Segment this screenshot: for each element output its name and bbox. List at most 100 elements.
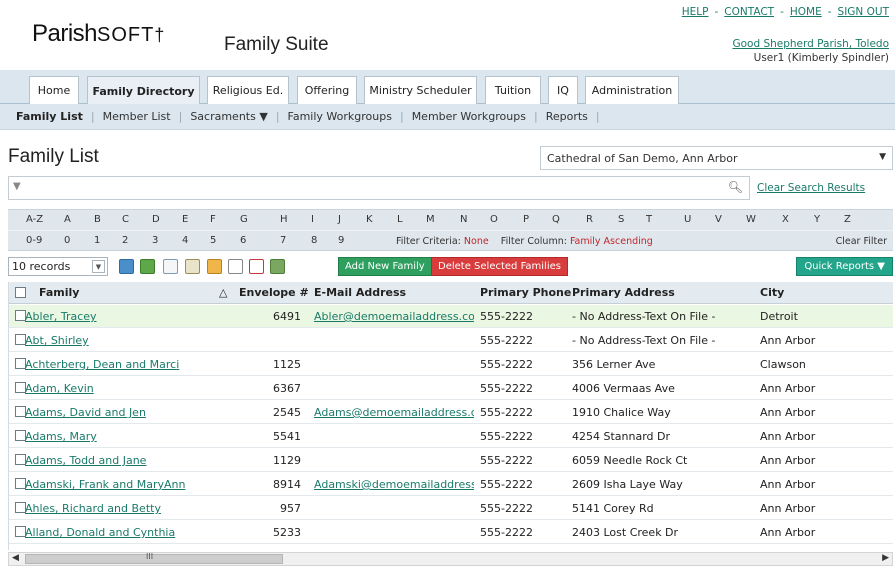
digit-filter-0[interactable]: 0 (64, 235, 70, 246)
print-icon[interactable] (270, 259, 285, 274)
subnav-reports[interactable]: Reports (538, 110, 596, 123)
table-row[interactable]: Adams, Todd and Jane 1129 555-2222 6059 Nee… (9, 449, 893, 472)
home-link[interactable]: HOME (790, 6, 822, 18)
table-row[interactable]: Adams, David and Jen 2545 Adams@demoemaila… (9, 401, 893, 424)
alpha-filter-d[interactable]: D (152, 214, 160, 225)
digit-filter-1[interactable]: 1 (94, 235, 100, 246)
column-header-phone[interactable]: Primary Phone (480, 286, 571, 299)
alpha-filter-j[interactable]: J (338, 214, 341, 225)
alpha-filter-u[interactable]: U (684, 214, 691, 225)
family-name-link[interactable]: Alland, Donald and Cynthia (25, 526, 205, 539)
grid-view-icon[interactable] (163, 259, 178, 274)
alpha-filter-o[interactable]: O (490, 214, 498, 225)
alpha-filter-c[interactable]: C (122, 214, 129, 225)
email-address-link[interactable]: Adams@demoemailaddress.con (314, 406, 474, 419)
current-parish-link[interactable]: Good Shepherd Parish, Toledo (732, 38, 889, 50)
tab-iq[interactable]: IQ (548, 76, 578, 104)
alpha-filter-i[interactable]: I (311, 214, 314, 225)
scroll-left-icon[interactable]: ◀ (12, 553, 19, 563)
column-header-address[interactable]: Primary Address (572, 286, 675, 299)
tab-religious-ed[interactable]: Religious Ed. (207, 76, 289, 104)
labels-icon[interactable] (207, 259, 222, 274)
sort-ascending-icon[interactable]: △ (219, 286, 227, 299)
select-all-checkbox[interactable] (15, 287, 26, 298)
family-name-link[interactable]: Ahles, Richard and Betty (25, 502, 205, 515)
table-row[interactable]: Alland, Donald and Cynthia 5233 555-2222 24… (9, 521, 893, 544)
family-name-link[interactable]: Adam, Kevin (25, 382, 205, 395)
family-name-link[interactable]: Adams, David and Jen (25, 406, 205, 419)
family-name-link[interactable]: Achterberg, Dean and Marci (25, 358, 205, 371)
alpha-filter-r[interactable]: R (586, 214, 593, 225)
tab-ministry-scheduler[interactable]: Ministry Scheduler (364, 76, 477, 104)
family-name-link[interactable]: Adamski, Frank and MaryAnn (25, 478, 205, 491)
digit-filter-2[interactable]: 2 (122, 235, 128, 246)
alpha-filter-w[interactable]: W (746, 214, 756, 225)
alpha-filter-b[interactable]: B (94, 214, 101, 225)
clear-filter-button[interactable]: Clear Filter (836, 236, 887, 247)
parishsoft-logo[interactable]: ParishSOFT† (32, 20, 164, 48)
digit-filter-9[interactable]: 9 (338, 235, 344, 246)
scroll-right-icon[interactable]: ▶ (882, 553, 889, 563)
digit-filter-all[interactable]: 0-9 (26, 235, 42, 246)
alpha-filter-y[interactable]: Y (814, 214, 820, 225)
records-per-page-select[interactable]: 10 records ▼ (8, 257, 108, 276)
tab-home[interactable]: Home (29, 76, 79, 104)
alpha-filter-q[interactable]: Q (552, 214, 560, 225)
column-header-city[interactable]: City (760, 286, 784, 299)
alpha-filter-x[interactable]: X (782, 214, 789, 225)
add-new-family-button[interactable]: Add New Family (338, 257, 432, 276)
tab-family-directory[interactable]: Family Directory (87, 76, 200, 105)
alpha-filter-k[interactable]: K (366, 214, 373, 225)
alpha-filter-n[interactable]: N (460, 214, 467, 225)
alpha-filter-e[interactable]: E (182, 214, 188, 225)
family-name-link[interactable]: Adams, Mary (25, 430, 205, 443)
digit-filter-4[interactable]: 4 (182, 235, 188, 246)
tab-administration[interactable]: Administration (585, 76, 679, 104)
alpha-filter-h[interactable]: H (280, 214, 288, 225)
alpha-filter-s[interactable]: S (618, 214, 624, 225)
family-name-link[interactable]: Abler, Tracey (25, 310, 205, 323)
email-address-link[interactable]: Abler@demoemailaddress.com (314, 310, 474, 323)
tab-offering[interactable]: Offering (297, 76, 357, 104)
contact-link[interactable]: CONTACT (724, 6, 774, 18)
filter-funnel-icon[interactable] (228, 259, 243, 274)
digit-filter-8[interactable]: 8 (311, 235, 317, 246)
subnav-family-list[interactable]: Family List (8, 110, 91, 123)
column-header-envelope[interactable]: Envelope # (239, 286, 309, 299)
subnav-member-workgroups[interactable]: Member Workgroups (404, 110, 534, 123)
help-link[interactable]: HELP (682, 6, 709, 18)
import-icon[interactable] (140, 259, 155, 274)
subnav-sacraments[interactable]: Sacraments ▼ (182, 110, 276, 123)
column-header-family[interactable]: Family (39, 286, 79, 299)
alpha-filter-f[interactable]: F (210, 214, 216, 225)
table-row[interactable]: Adams, Mary 5541 555-2222 4254 Stannard Dr A… (9, 425, 893, 448)
clear-filter-funnel-icon[interactable] (249, 259, 264, 274)
digit-filter-3[interactable]: 3 (152, 235, 158, 246)
tab-tuition[interactable]: Tuition (485, 76, 541, 104)
table-row[interactable]: Abt, Shirley 555-2222 - No Address-Text On… (9, 329, 893, 352)
alpha-filter-g[interactable]: G (240, 214, 248, 225)
export-excel-icon[interactable] (119, 259, 134, 274)
subnav-family-workgroups[interactable]: Family Workgroups (280, 110, 400, 123)
table-row[interactable]: Adamski, Frank and MaryAnn 8914 Adamski@de… (9, 473, 893, 496)
digit-filter-7[interactable]: 7 (280, 235, 286, 246)
table-row[interactable]: Abler, Tracey 6491 Abler@demoemailaddress.… (9, 305, 893, 328)
subnav-member-list[interactable]: Member List (95, 110, 179, 123)
sign-out-link[interactable]: SIGN OUT (838, 6, 889, 18)
clear-search-results-link[interactable]: Clear Search Results (757, 182, 865, 194)
scrollbar-thumb[interactable]: III (25, 552, 283, 564)
delete-selected-families-button[interactable]: Delete Selected Families (431, 257, 568, 276)
alpha-filter-z[interactable]: Z (844, 214, 851, 225)
table-row[interactable]: Achterberg, Dean and Marci 1125 555-2222 35… (9, 353, 893, 376)
family-name-link[interactable]: Abt, Shirley (25, 334, 205, 347)
alpha-filter-t[interactable]: T (646, 214, 652, 225)
alpha-filter-m[interactable]: M (426, 214, 435, 225)
alpha-filter-p[interactable]: P (523, 214, 529, 225)
alpha-filter-v[interactable]: V (715, 214, 722, 225)
digit-filter-5[interactable]: 5 (210, 235, 216, 246)
parish-select[interactable]: Cathedral of San Demo, Ann Arbor ▼ (540, 146, 893, 170)
filter-triangle-icon[interactable]: ▼ (13, 181, 21, 192)
column-header-email[interactable]: E-Mail Address (314, 286, 406, 299)
alpha-filter-a[interactable]: A (64, 214, 71, 225)
family-name-link[interactable]: Adams, Todd and Jane (25, 454, 205, 467)
